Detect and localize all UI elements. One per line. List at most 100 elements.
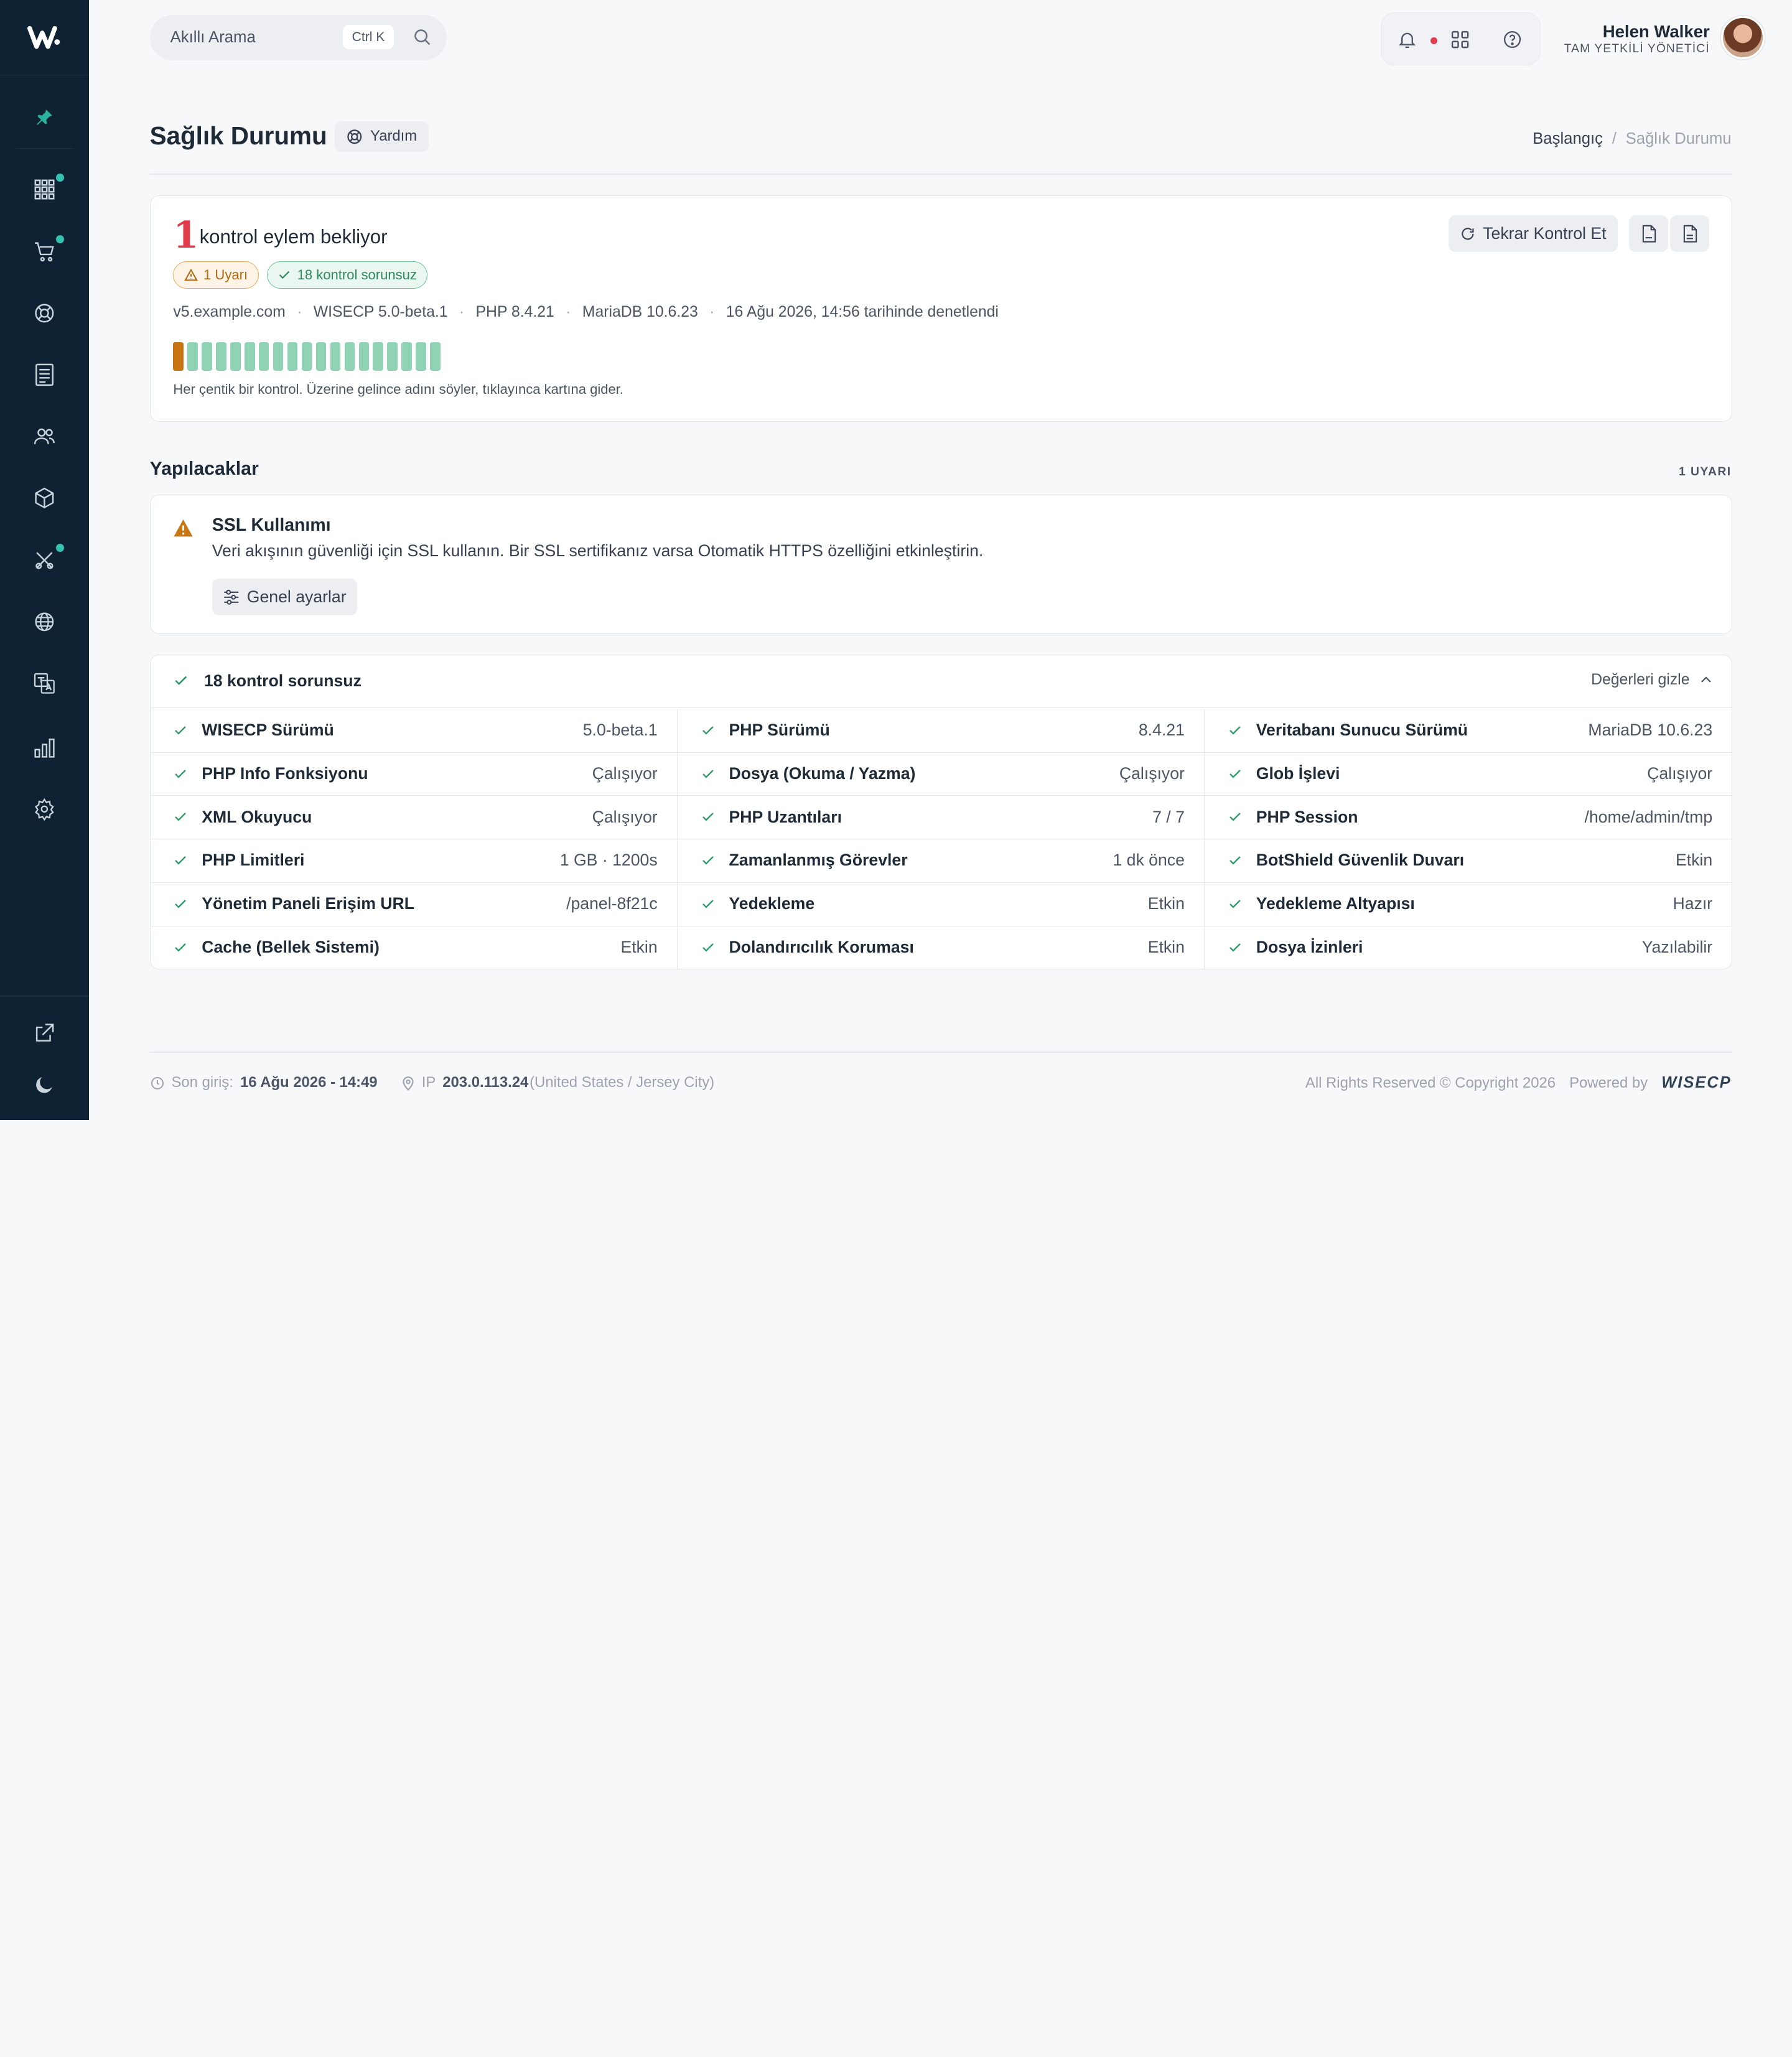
check-tick[interactable] [315, 342, 327, 371]
check-icon [173, 809, 188, 824]
sidebar [0, 0, 90, 1120]
check-ticks [173, 342, 441, 371]
ok-badge[interactable]: 18 kontrol sorunsuz [266, 261, 428, 289]
check-tick[interactable] [430, 342, 441, 371]
check-item[interactable]: Cache (Bellek Sistemi) Etkin [151, 926, 678, 970]
invoice-icon[interactable] [0, 352, 89, 398]
check-icon [1228, 723, 1243, 738]
last-login-label: Son giriş: [171, 1074, 233, 1091]
general-settings-button[interactable]: Genel ayarlar [212, 579, 358, 616]
check-item[interactable]: Yedekleme Altyapısı Hazır [1205, 883, 1732, 926]
check-value: Yazılabilir [1641, 938, 1713, 956]
export-pdf-button[interactable] [1629, 215, 1668, 253]
check-tick[interactable] [358, 342, 370, 371]
check-item[interactable]: PHP Limitleri 1 GB · 1200s [151, 839, 678, 883]
check-item[interactable]: XML Okuyucu Çalışıyor [151, 796, 678, 840]
check-tick[interactable] [187, 342, 198, 371]
check-name: Yedekleme Altyapısı [1256, 894, 1415, 913]
breadcrumb-current: Sağlık Durumu [1625, 130, 1732, 148]
check-name: PHP Uzantıları [729, 807, 842, 826]
help-circle-icon[interactable] [1500, 27, 1525, 52]
recheck-label: Tekrar Kontrol Et [1483, 224, 1607, 243]
cart-notification-dot [55, 235, 64, 244]
external-link-icon[interactable] [0, 1010, 89, 1056]
check-item[interactable]: Yedekleme Etkin [678, 882, 1205, 926]
check-icon [1228, 767, 1243, 781]
check-tick[interactable] [330, 342, 341, 371]
users-icon[interactable] [0, 414, 89, 459]
check-value: 7 / 7 [1152, 807, 1185, 826]
breadcrumb-home[interactable]: Başlangıç [1533, 130, 1603, 147]
tools-icon[interactable] [0, 537, 89, 582]
recheck-button[interactable]: Tekrar Kontrol Et [1449, 215, 1618, 253]
box-icon[interactable] [0, 475, 89, 521]
apps-icon[interactable] [1447, 27, 1472, 52]
checks-header: 18 kontrol sorunsuz Değerleri gizle [150, 655, 1732, 708]
meta-dot: · [709, 303, 715, 320]
check-tick[interactable] [401, 342, 412, 371]
check-tick[interactable] [173, 342, 184, 371]
check-tick[interactable] [273, 342, 284, 371]
check-icon [173, 940, 188, 955]
check-tick[interactable] [301, 342, 312, 371]
check-item[interactable]: PHP Sürümü 8.4.21 [678, 709, 1205, 753]
check-icon [173, 673, 189, 689]
apps-grid-icon[interactable] [0, 167, 89, 212]
toggle-values-button[interactable]: Değerleri gizle [1591, 671, 1714, 689]
check-name: Yönetim Paneli Erişim URL [202, 894, 415, 913]
help-button[interactable]: Yardım [335, 121, 429, 152]
check-name: PHP Sürümü [729, 721, 830, 740]
search-icon[interactable] [413, 27, 432, 47]
checks-row: XML Okuyucu Çalışıyor PHP Uzantıları 7 / 7P… [150, 796, 1732, 840]
check-item[interactable]: PHP Info Fonksiyonu Çalışıyor [151, 752, 678, 796]
gear-icon[interactable] [0, 786, 89, 832]
check-tick[interactable] [216, 342, 226, 371]
avatar[interactable] [1721, 16, 1765, 60]
check-tick[interactable] [202, 342, 212, 371]
globe-icon[interactable] [0, 599, 89, 644]
export-csv-button[interactable] [1670, 215, 1709, 253]
check-item[interactable]: PHP Uzantıları 7 / 7 [678, 796, 1205, 840]
wisecp-brand-logo[interactable]: WISECP [1661, 1074, 1731, 1092]
meta-dot: · [459, 303, 465, 320]
translate-icon[interactable] [0, 661, 89, 706]
bell-icon[interactable] [1395, 27, 1437, 52]
clock-icon [151, 1076, 164, 1089]
check-name: Veritabanı Sunucu Sürümü [1256, 721, 1468, 740]
check-item[interactable]: Dosya (Okuma / Yazma) Çalışıyor [678, 752, 1205, 796]
warning-badge[interactable]: 1 Uyarı [173, 261, 259, 289]
check-item[interactable]: Veritabanı Sunucu Sürümü MariaDB 10.6.23 [1205, 709, 1732, 753]
meta-dot: · [297, 303, 302, 320]
check-item[interactable]: Glob İşlevi Çalışıyor [1205, 753, 1732, 796]
search-input[interactable]: Akıllı Arama Ctrl K [149, 14, 447, 61]
brand-logo[interactable] [0, 0, 90, 76]
check-tick[interactable] [230, 342, 241, 371]
check-tick[interactable] [416, 342, 426, 371]
check-item[interactable]: Dosya İzinleri Yazılabilir [1205, 926, 1732, 970]
check-item[interactable]: WISECP Sürümü 5.0-beta.1 [151, 709, 678, 753]
user-name[interactable]: Helen Walker [1603, 22, 1710, 42]
check-item[interactable]: Zamanlanmış Görevler 1 dk önce [678, 839, 1205, 883]
meta-checked-at: 16 Ağu 2026, 14:56 tarihinde denetlendi [726, 303, 999, 320]
moon-icon[interactable] [0, 1061, 89, 1107]
lifebuoy-icon[interactable] [0, 291, 89, 336]
check-item[interactable]: Dolandırıcılık Koruması Etkin [678, 926, 1205, 970]
cart-icon[interactable] [0, 228, 89, 274]
check-name: PHP Info Fonksiyonu [202, 763, 368, 783]
check-item[interactable]: PHP Session/home/admin/tmp [1205, 796, 1732, 839]
check-tick[interactable] [344, 342, 355, 371]
check-tick[interactable] [245, 342, 255, 371]
check-tick[interactable] [373, 342, 383, 371]
check-value: Etkin [620, 938, 658, 956]
stats-icon[interactable] [0, 724, 89, 770]
breadcrumb: Başlangıç / Sağlık Durumu [1533, 130, 1731, 148]
ip-location: (United States / Jersey City) [530, 1074, 715, 1091]
check-tick[interactable] [287, 342, 298, 371]
refresh-icon [1462, 227, 1474, 240]
check-tick[interactable] [387, 342, 398, 371]
pin-icon[interactable] [16, 87, 73, 149]
check-tick[interactable] [258, 342, 269, 371]
check-item[interactable]: BotShield Güvenlik Duvarı Etkin [1205, 839, 1732, 883]
check-item[interactable]: Yönetim Paneli Erişim URL/panel-8f21c [151, 882, 678, 926]
checks-row: PHP Limitleri 1 GB · 1200s Zamanlanmış Gör… [150, 839, 1732, 883]
